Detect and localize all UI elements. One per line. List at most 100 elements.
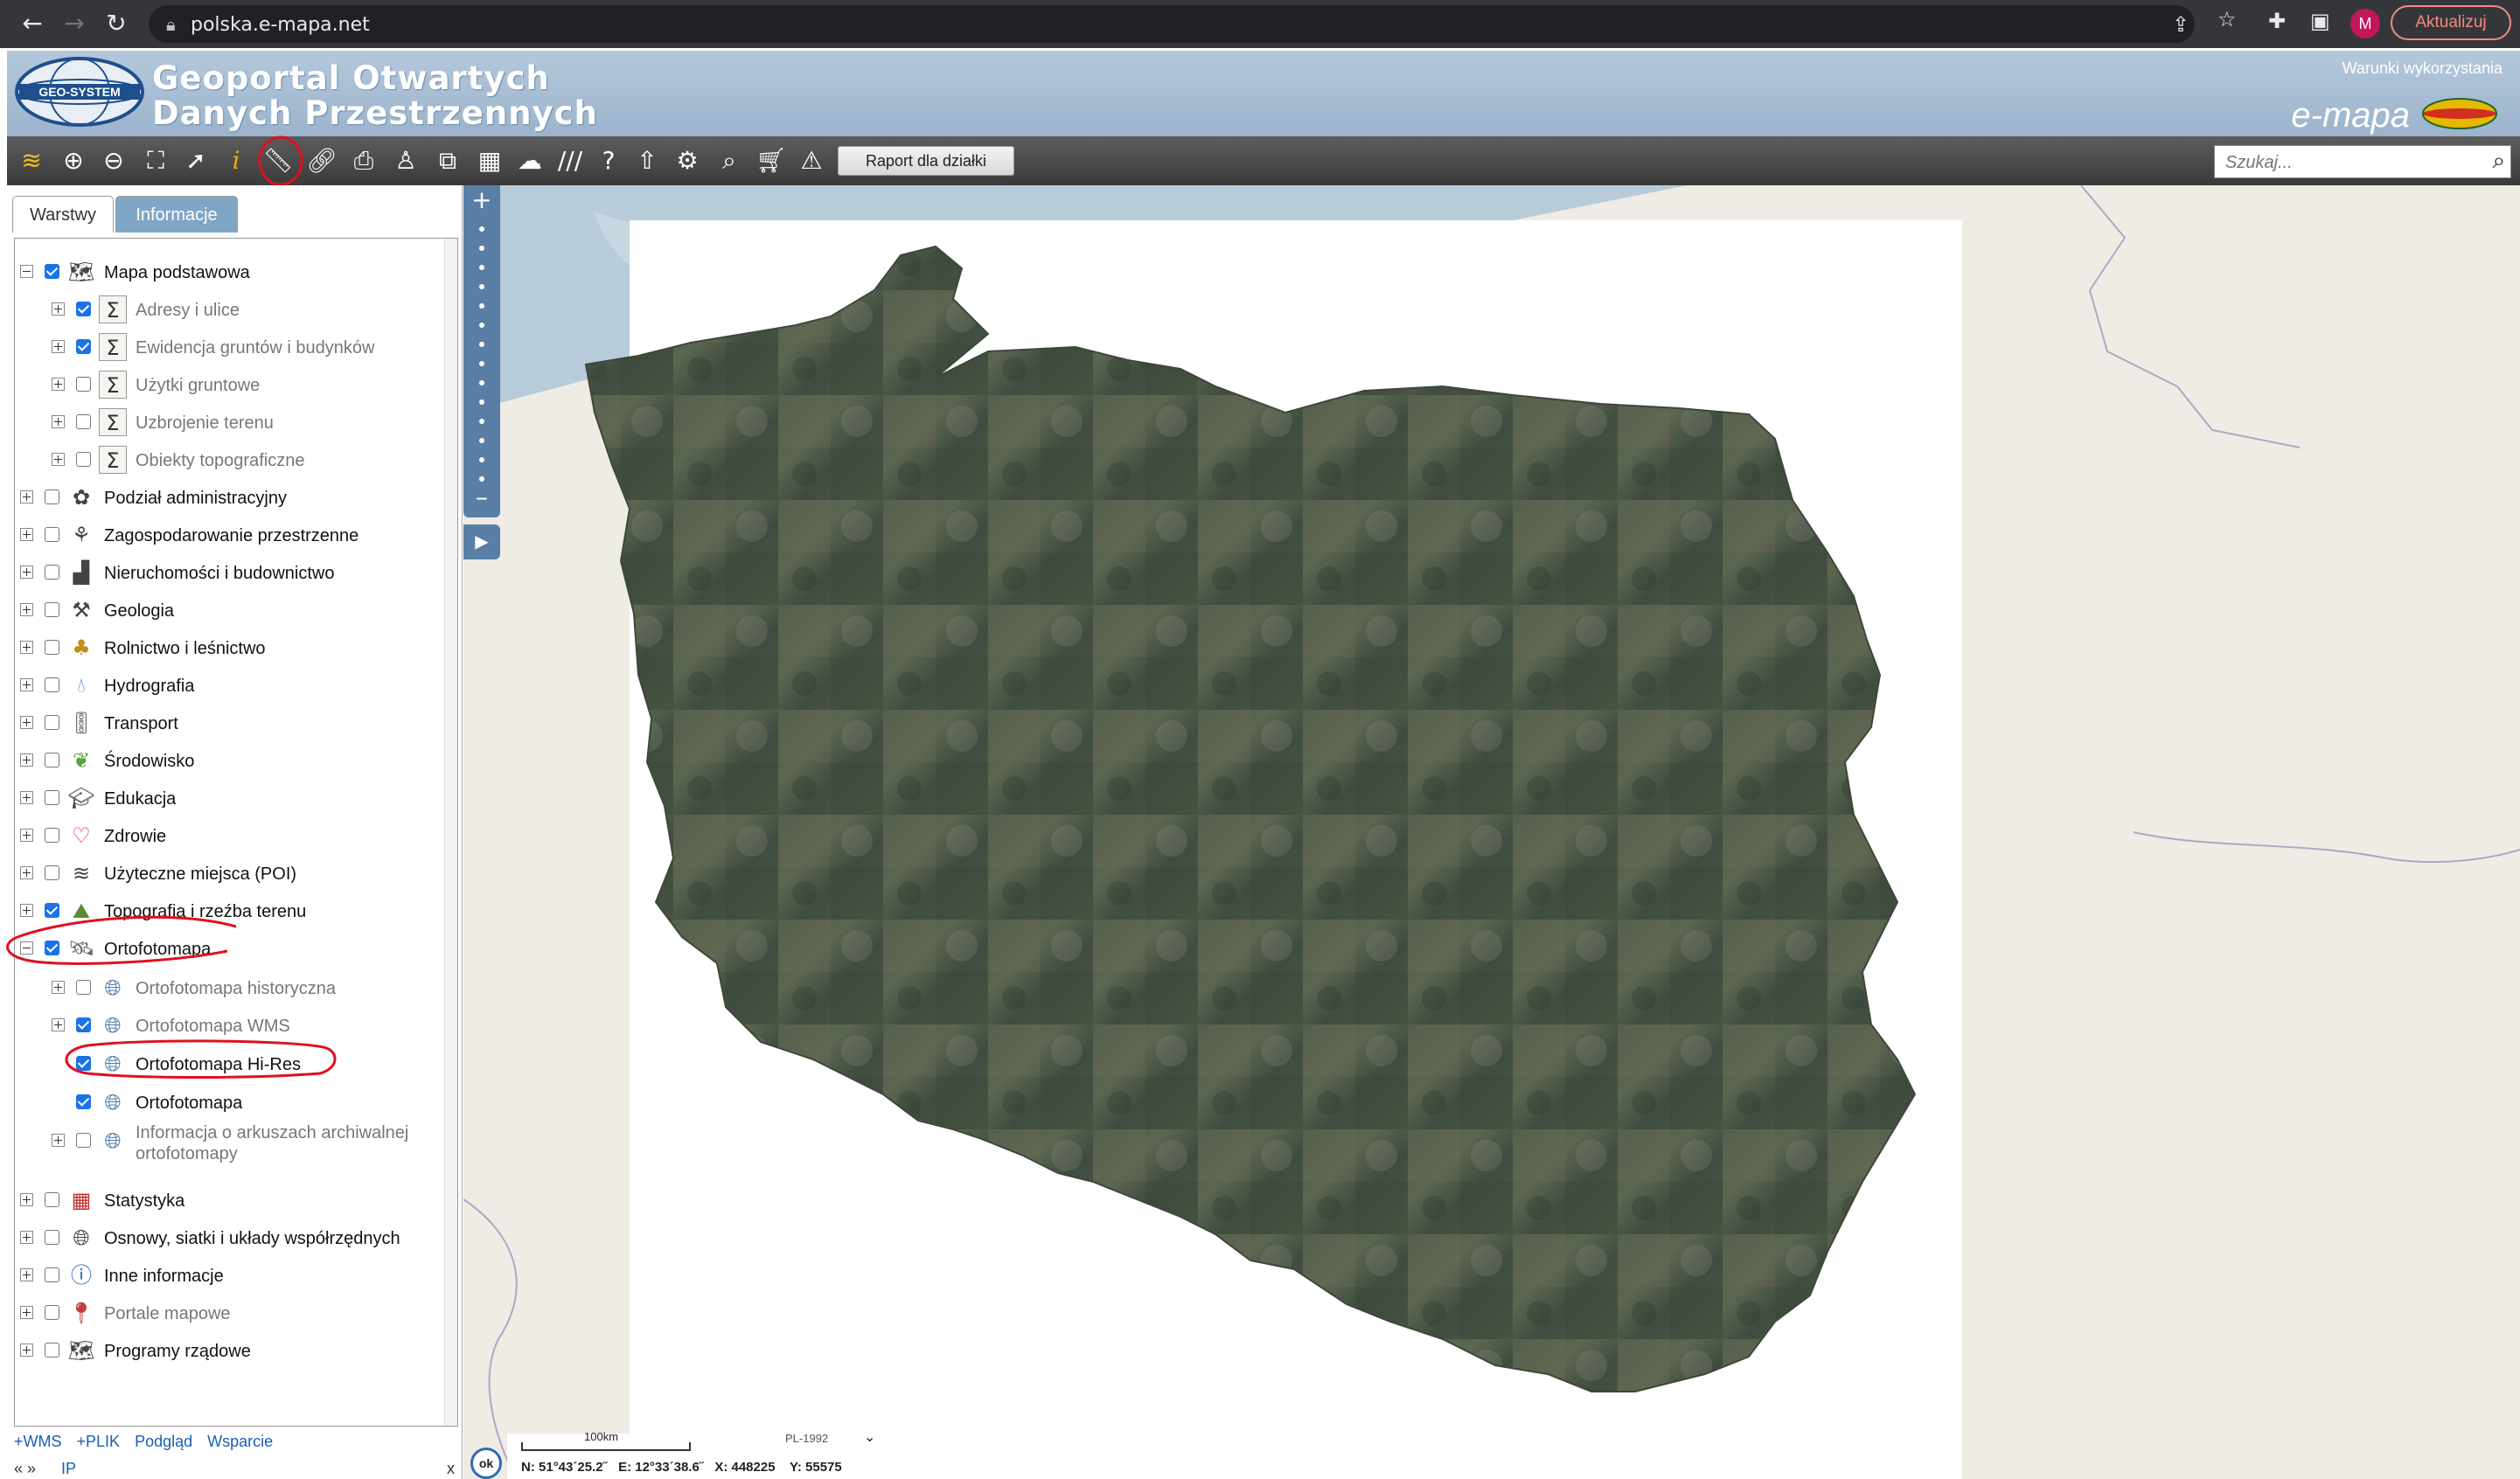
- layer-checkbox[interactable]: [45, 1230, 59, 1245]
- layer-row[interactable]: 🚦︎ Transport: [15, 705, 452, 740]
- update-button[interactable]: Aktualizuj: [2391, 5, 2511, 40]
- expand-toggle-icon[interactable]: [20, 603, 33, 616]
- layer-label[interactable]: Ewidencja gruntów i budynków: [136, 338, 375, 358]
- expand-toggle-icon[interactable]: [20, 490, 33, 503]
- ip-link[interactable]: IP: [61, 1460, 76, 1477]
- layer-label[interactable]: Mapa podstawowa: [104, 263, 250, 283]
- layer-row[interactable]: ▟ Nieruchomości i budownictwo: [15, 555, 452, 590]
- expand-toggle-icon[interactable]: [20, 753, 33, 767]
- layer-checkbox[interactable]: [45, 1192, 59, 1207]
- tab-information[interactable]: Informacje: [115, 196, 238, 233]
- layer-checkbox[interactable]: [45, 602, 59, 617]
- layer-row[interactable]: ⚒ Geologia: [15, 593, 452, 628]
- layer-row[interactable]: 🌐︎ ortofotomapy Informacja o arkuszach arc…: [15, 1123, 452, 1163]
- layer-checkbox[interactable]: [76, 1056, 91, 1071]
- search-input[interactable]: [2224, 150, 2463, 175]
- layer-row[interactable]: ❦ Środowisko: [15, 743, 452, 778]
- expand-toggle-icon[interactable]: [20, 566, 33, 579]
- emapa-brand[interactable]: e-mapa: [2291, 96, 2410, 135]
- expand-toggle-icon[interactable]: [20, 1193, 33, 1206]
- search-icon[interactable]: ⌕: [2492, 148, 2505, 175]
- expand-toggle-icon[interactable]: [52, 415, 65, 428]
- geo-system-logo[interactable]: GEO-SYSTEM: [14, 56, 145, 128]
- expand-panel-button[interactable]: ▶: [463, 524, 500, 559]
- map-canvas[interactable]: [463, 185, 2520, 1479]
- expand-toggle-icon[interactable]: [52, 1018, 65, 1031]
- layer-label[interactable]: Portale mapowe: [104, 1304, 231, 1324]
- url-text[interactable]: polska.e-mapa.net: [191, 14, 370, 36]
- layers-icon[interactable]: ≋: [14, 143, 49, 178]
- reload-icon[interactable]: ↻: [100, 7, 133, 40]
- layer-row[interactable]: ⓘ Inne informacje: [15, 1258, 452, 1293]
- expand-toggle-icon[interactable]: [20, 678, 33, 691]
- expand-toggle-icon[interactable]: [20, 716, 33, 729]
- layer-row[interactable]: 🎓︎ Edukacja: [15, 781, 452, 816]
- collapse-toggle-icon[interactable]: [20, 265, 33, 278]
- layer-row[interactable]: 🌐︎ Osnowy, siatki i układy współrzędnych: [15, 1220, 452, 1255]
- zoom-extent-icon[interactable]: ⛶: [138, 143, 173, 178]
- collapse-toggle-icon[interactable]: [20, 941, 33, 955]
- layer-row[interactable]: 🌐︎ Ortofotomapa WMS: [15, 1008, 452, 1043]
- back-icon[interactable]: ←: [16, 7, 49, 40]
- layer-row[interactable]: ▦ Statystyka: [15, 1183, 452, 1218]
- layer-label[interactable]: Transport: [104, 714, 178, 734]
- layer-label[interactable]: Nieruchomości i budownictwo: [104, 564, 334, 584]
- layer-checkbox[interactable]: [45, 640, 59, 655]
- layer-checkbox[interactable]: [76, 1133, 91, 1148]
- extensions-icon[interactable]: ✚: [2268, 9, 2286, 33]
- layer-row[interactable]: Σ Użytki gruntowe: [15, 367, 452, 402]
- info-i-icon[interactable]: i: [219, 143, 254, 178]
- address-bar[interactable]: 🔒︎ polska.e-mapa.net ⇪: [149, 5, 2195, 43]
- close-icon[interactable]: x: [447, 1460, 455, 1478]
- layer-label[interactable]: Ortofotomapa: [136, 1094, 242, 1114]
- expand-toggle-icon[interactable]: [52, 981, 65, 994]
- layer-row[interactable]: 🌐︎ Ortofotomapa: [15, 1085, 452, 1120]
- layer-label[interactable]: Inne informacje: [104, 1267, 224, 1287]
- layer-row[interactable]: 🛰︎ Ortofotomapa: [15, 931, 452, 966]
- layer-checkbox[interactable]: [45, 715, 59, 730]
- layer-label[interactable]: Adresy i ulice: [136, 301, 240, 321]
- layer-checkbox[interactable]: [45, 490, 59, 504]
- layer-label[interactable]: Ortofotomapa historyczna: [136, 979, 336, 999]
- layer-label[interactable]: Topografia i rzeźba terenu: [104, 902, 306, 922]
- map-view[interactable]: [463, 185, 2520, 1479]
- layer-checkbox[interactable]: [76, 980, 91, 995]
- profile-avatar[interactable]: M: [2350, 9, 2380, 38]
- layer-row[interactable]: Σ Ewidencja gruntów i budynków: [15, 330, 452, 365]
- layer-label-line2[interactable]: ortofotomapy: [136, 1144, 238, 1164]
- layer-row[interactable]: ⚘ Zagospodarowanie przestrzenne: [15, 517, 452, 552]
- expand-toggle-icon[interactable]: [20, 829, 33, 842]
- layer-row[interactable]: 🗺︎ Programy rządowe: [15, 1333, 452, 1368]
- layer-checkbox[interactable]: [45, 790, 59, 805]
- layer-checkbox[interactable]: [76, 1094, 91, 1109]
- layout-icon[interactable]: ▦: [472, 143, 507, 178]
- support-link[interactable]: Wsparcie: [207, 1433, 273, 1450]
- layer-checkbox[interactable]: [45, 1343, 59, 1357]
- layer-checkbox[interactable]: [45, 527, 59, 542]
- layer-label[interactable]: Informacja o arkuszach archiwalnej: [136, 1123, 408, 1143]
- copy-icon[interactable]: ⧉: [430, 143, 465, 178]
- zoom-in-icon[interactable]: ⊕: [56, 143, 91, 178]
- layer-label[interactable]: Statystyka: [104, 1191, 184, 1212]
- layer-checkbox[interactable]: [45, 1305, 59, 1320]
- expand-toggle-icon[interactable]: [20, 1344, 33, 1357]
- hatch-icon[interactable]: ///: [553, 143, 588, 178]
- layer-checkbox[interactable]: [76, 377, 91, 392]
- help-icon[interactable]: ?: [591, 143, 626, 178]
- crs-select[interactable]: PL-1992: [785, 1432, 828, 1445]
- expand-toggle-icon[interactable]: [52, 340, 65, 353]
- expand-toggle-icon[interactable]: [20, 1231, 33, 1244]
- expand-toggle-icon[interactable]: [20, 641, 33, 654]
- add-file-link[interactable]: +PLIK: [77, 1433, 121, 1450]
- layer-row[interactable]: Σ Adresy i ulice: [15, 292, 452, 327]
- layer-checkbox[interactable]: [76, 339, 91, 354]
- warning-icon[interactable]: ⚠: [794, 143, 829, 178]
- layer-row[interactable]: ≋ Użyteczne miejsca (POI): [15, 856, 452, 891]
- layer-label[interactable]: Rolnictwo i leśnictwo: [104, 639, 266, 659]
- layer-checkbox[interactable]: [45, 828, 59, 843]
- layer-label[interactable]: Zdrowie: [104, 827, 166, 847]
- zoom-slider[interactable]: [477, 224, 486, 486]
- comment-icon[interactable]: ☁: [512, 143, 547, 178]
- layer-label[interactable]: Obiekty topograficzne: [136, 451, 304, 471]
- layer-row[interactable]: ✿ Podział administracyjny: [15, 480, 452, 515]
